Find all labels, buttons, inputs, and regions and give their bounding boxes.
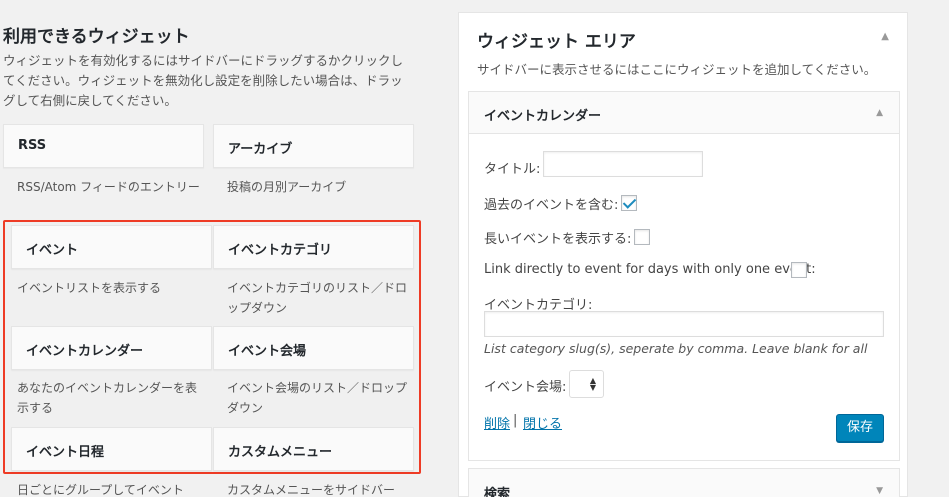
sidebar-widget-area: ウィジェット エリア ▲ サイドバーに表示させるにはここにウィジェットを追加して… [458, 12, 908, 497]
event-category-input[interactable] [484, 311, 884, 337]
widget-title: カスタムメニュー [228, 445, 333, 460]
widget-events[interactable]: イベント [11, 225, 212, 269]
category-hint: List category slug(s), seperate by comma… [484, 341, 868, 356]
widget-event-agenda[interactable]: イベント日程 [11, 427, 212, 471]
title-label: タイトル: [484, 162, 541, 177]
widget-title: イベントカテゴリ [228, 243, 333, 258]
widget-event-venues[interactable]: イベント会場 [213, 326, 414, 370]
widget-rss[interactable]: RSS [3, 124, 204, 168]
include-past-label: 過去のイベントを含む: [484, 198, 619, 213]
sidebar-title: ウィジェット エリア [477, 32, 636, 52]
long-events-label: 長いイベントを表示する: [484, 232, 632, 247]
collapse-arrow-icon[interactable]: ▲ [881, 31, 889, 42]
widget-title: アーカイブ [228, 142, 293, 157]
link-directly-checkbox[interactable] [791, 262, 807, 278]
event-calendar-widget: イベントカレンダー ▲ タイトル: 過去のイベントを含む: 長いイベントを表示す… [468, 91, 900, 461]
widget-description: RSS/Atom フィードのエントリー [17, 180, 200, 194]
link-directly-label: Link directly to event for days with onl… [484, 262, 816, 277]
collapse-arrow-icon[interactable]: ▲ [876, 108, 883, 118]
include-past-checkbox[interactable] [621, 195, 637, 211]
save-button[interactable]: 保存 [836, 414, 884, 442]
widget-description: イベント会場のリスト／ドロップダウン [227, 381, 408, 415]
widget-event-calendar[interactable]: イベントカレンダー [11, 326, 212, 370]
widget-event-categories[interactable]: イベントカテゴリ [213, 225, 414, 269]
title-input[interactable] [543, 151, 703, 177]
widget-title: イベントカレンダー [26, 344, 144, 359]
widget-title: イベント会場 [228, 344, 307, 359]
delete-link[interactable]: 削除 [484, 413, 510, 432]
available-widgets-description: ウィジェットを有効化するにはサイドバーにドラッグするかクリックしてください。ウィ… [3, 53, 404, 108]
widget-description: 日ごとにグループしてイベント [17, 483, 184, 497]
widget-description: イベントリストを表示する [17, 281, 162, 295]
long-events-checkbox[interactable] [634, 229, 650, 245]
widget-description: カスタムメニューをサイドバー [227, 483, 396, 497]
search-widget[interactable]: 検索 ▼ [468, 468, 900, 497]
select-arrows-icon: ▲ ▼ [589, 376, 596, 392]
widget-header-title: イベントカレンダー [484, 109, 602, 124]
widget-custom-menu[interactable]: カスタムメニュー [213, 427, 414, 471]
expand-arrow-icon[interactable]: ▼ [876, 486, 883, 496]
widget-description: 投稿の月別アーカイブ [227, 180, 347, 194]
close-link[interactable]: 閉じる [523, 413, 562, 432]
event-venue-label: イベント会場: [484, 380, 567, 395]
link-separator: | [513, 413, 518, 428]
widget-description: イベントカテゴリのリスト／ドロップダウン [227, 281, 408, 315]
widget-header-title: 検索 [484, 487, 511, 497]
widget-header[interactable]: イベントカレンダー ▲ [469, 92, 899, 134]
widget-title: イベント [26, 243, 79, 258]
available-widgets-title: 利用できるウィジェット [3, 27, 190, 47]
widget-description: あなたのイベントカレンダーを表示する [17, 381, 198, 415]
widget-title: イベント日程 [26, 445, 105, 460]
widget-title: RSS [18, 138, 47, 153]
event-venue-select[interactable]: ▲ ▼ [569, 370, 604, 398]
sidebar-description: サイドバーに表示させるにはここにウィジェットを追加してください。 [477, 62, 877, 77]
widget-archives[interactable]: アーカイブ [213, 124, 414, 168]
